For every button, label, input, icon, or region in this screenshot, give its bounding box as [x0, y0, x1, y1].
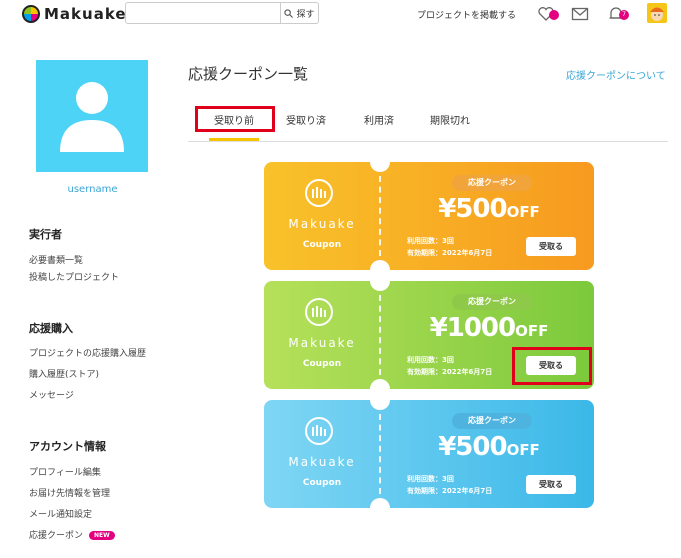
coupon-uses: 利用回数：3回 — [407, 237, 454, 245]
receive-button[interactable]: 受取る — [526, 237, 576, 256]
search-box: 探す — [125, 2, 319, 24]
makuake-brand-icon — [305, 179, 333, 207]
notifications-button[interactable]: 7 — [607, 6, 629, 22]
coupon-notch-top — [370, 162, 390, 172]
coupon-card: Makuake Coupon 応援クーポン ¥500OFF 利用回数：3回有効期限：20… — [264, 162, 594, 270]
link-store-history[interactable]: 購入履歴(ストア) — [29, 367, 99, 380]
coupon-amount-value: ¥500 — [438, 194, 507, 224]
coupon-expiry: 有効期限：2022年6月7日 — [407, 487, 493, 495]
coupon-brand-sub: Coupon — [302, 240, 342, 250]
header: Makuake 探す プロジェクトを掲載する 7 — [0, 0, 681, 28]
search-button-label: 探す — [296, 9, 315, 20]
coupon-pill: 応援クーポン — [452, 175, 532, 191]
favorites-badge — [549, 10, 559, 20]
user-avatar-header[interactable] — [647, 3, 667, 23]
coupon-notch-bottom — [370, 498, 390, 508]
link-email-settings[interactable]: メール通知設定 — [29, 507, 92, 520]
user-silhouette-icon — [60, 82, 124, 152]
makuake-logo-icon — [22, 5, 40, 23]
section-account-title: アカウント情報 — [29, 440, 106, 453]
logo-text: Makuake — [44, 5, 127, 23]
avatar-icon — [650, 7, 664, 21]
logo[interactable]: Makuake — [22, 4, 127, 24]
coupon-notch-bottom — [370, 260, 390, 270]
coupon-off-label: OFF — [506, 203, 540, 221]
profile-avatar — [36, 60, 148, 172]
makuake-brand-icon — [305, 298, 333, 326]
messages-button[interactable] — [571, 6, 589, 22]
link-coupons-label: 応援クーポン — [29, 531, 84, 541]
new-badge: NEW — [89, 531, 115, 540]
link-purchase-history[interactable]: プロジェクトの応援購入履歴 — [29, 346, 146, 359]
coupon-uses: 利用回数：3回 — [407, 356, 454, 364]
coupon-brand-sub: Coupon — [302, 478, 342, 488]
coupon-off-label: OFF — [506, 441, 540, 459]
page-title: 応援クーポン一覧 — [188, 65, 309, 83]
coupon-expiry: 有効期限：2022年6月7日 — [407, 368, 493, 376]
coupon-amount-value: ¥1000 — [429, 313, 516, 343]
about-coupons-link[interactable]: 応援クーポンについて — [566, 67, 666, 82]
coupon-amount: ¥500OFF — [384, 194, 594, 224]
mail-icon — [571, 7, 589, 21]
coupon-notch-top — [370, 400, 390, 410]
link-posted-projects[interactable]: 投稿したプロジェクト — [29, 270, 119, 283]
link-delivery-address[interactable]: お届け先情報を管理 — [29, 486, 110, 499]
coupon-brand: Makuake — [288, 217, 356, 231]
coupon-notch-bottom — [370, 379, 390, 389]
coupon-amount: ¥500OFF — [384, 432, 594, 462]
link-profile-edit[interactable]: プロフィール編集 — [29, 465, 101, 478]
tab-expired[interactable]: 期限切れ — [430, 112, 470, 127]
coupon-pill: 応援クーポン — [452, 413, 532, 429]
search-button[interactable]: 探す — [280, 3, 318, 23]
post-project-link[interactable]: プロジェクトを掲載する — [417, 8, 516, 21]
favorites-button[interactable] — [537, 6, 559, 22]
tab-used[interactable]: 利用済 — [364, 112, 394, 127]
search-input[interactable] — [126, 3, 280, 23]
coupon-amount: ¥1000OFF — [384, 313, 594, 343]
coupon-brand-sub: Coupon — [302, 359, 342, 369]
coupon-off-label: OFF — [515, 322, 549, 340]
makuake-brand-icon — [305, 417, 333, 445]
link-required-documents[interactable]: 必要書類一覧 — [29, 253, 83, 266]
coupon-expiry: 有効期限：2022年6月7日 — [407, 249, 493, 257]
section-support-purchase-title: 応援購入 — [29, 322, 73, 335]
highlight-box-button — [512, 347, 592, 385]
receive-button[interactable]: 受取る — [526, 475, 576, 494]
coupon-brand: Makuake — [288, 455, 356, 469]
highlight-box-tab — [195, 106, 275, 132]
active-tab-indicator — [209, 138, 259, 141]
coupon-uses: 利用回数：3回 — [407, 475, 454, 483]
search-icon — [284, 8, 294, 18]
username: username — [67, 184, 118, 195]
notification-badge: 7 — [619, 10, 629, 20]
coupon-amount-value: ¥500 — [438, 432, 507, 462]
section-executor-title: 実行者 — [29, 228, 62, 241]
link-messages[interactable]: メッセージ — [29, 388, 74, 401]
coupon-pill: 応援クーポン — [452, 294, 532, 310]
coupon-brand: Makuake — [288, 336, 356, 350]
link-coupons[interactable]: 応援クーポン NEW — [29, 528, 115, 541]
tab-received[interactable]: 受取り済 — [286, 112, 326, 127]
coupon-card: Makuake Coupon 応援クーポン ¥500OFF 利用回数：3回有効期限：20… — [264, 400, 594, 508]
coupon-notch-top — [370, 281, 390, 291]
